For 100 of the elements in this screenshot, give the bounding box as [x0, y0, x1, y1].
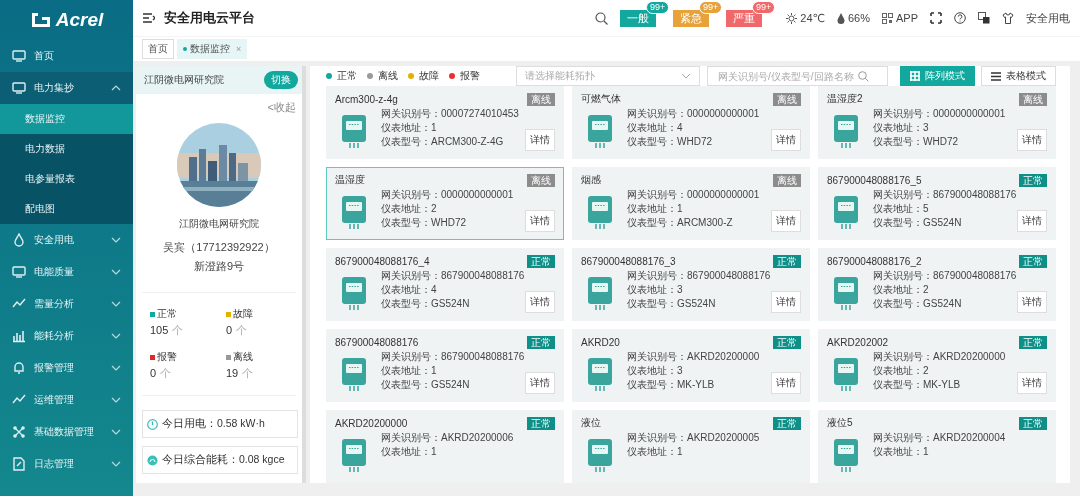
chevron-icon	[111, 397, 121, 403]
page-tab[interactable]: 首页	[142, 39, 174, 59]
detail-button[interactable]: 详情	[525, 210, 555, 232]
nav-item[interactable]: 运维管理	[0, 384, 133, 416]
submenu-item[interactable]: 配电图	[0, 194, 133, 224]
device-card[interactable]: 液位5 正常 网关识别号：AKRD20200004 仪表地址：1	[818, 410, 1056, 483]
meter-icon	[341, 196, 367, 230]
qr-icon	[882, 12, 893, 24]
fullscreen-icon[interactable]	[930, 12, 942, 24]
legend-label: 报警	[460, 69, 480, 83]
site-title: 江阴微电网研究院	[178, 217, 260, 231]
status-tag: 正常	[773, 254, 801, 268]
help-icon[interactable]	[954, 12, 966, 24]
stat-value: 105	[150, 324, 169, 336]
device-card[interactable]: 温湿度 离线 网关识别号：0000000000001 仪表地址：2 仪表型号：WHD72 详情	[326, 167, 564, 240]
info-text: 网关识别号：AKRD20200000	[627, 350, 761, 364]
status-tag: 离线	[773, 173, 801, 187]
detail-button[interactable]: 详情	[1017, 129, 1047, 151]
network-icon	[12, 425, 26, 439]
detail-button[interactable]: 详情	[1017, 372, 1047, 394]
nav-item[interactable]: 安全用电	[0, 224, 133, 256]
info-text: 网关识别号：867900048088176	[873, 188, 1017, 202]
info-text: 仪表型号：GS524N	[873, 297, 963, 311]
device-card[interactable]: 867900048088176_5 正常 网关识别号：867900048088176 仪表地址：5 仪表型号：GS524N 详情	[818, 167, 1056, 240]
device-name: 液位	[581, 416, 601, 430]
info-text: 网关识别号：0000000000001	[627, 188, 761, 202]
info-text: 仪表地址：3	[873, 121, 930, 135]
nav-item[interactable]: 首页	[0, 40, 133, 72]
gauge-icon	[147, 454, 158, 466]
submenu-item[interactable]: 电力数据	[0, 134, 133, 164]
nav-label: 首页	[34, 49, 54, 63]
shirt-icon[interactable]	[1002, 12, 1014, 24]
count-badge: 99+	[752, 0, 776, 14]
device-card[interactable]: 可燃气体 离线 网关识别号：0000000000001 仪表地址：4 仪表型号：WHD72 详情	[572, 86, 810, 159]
info-text: 网关识别号：867900048088176	[873, 269, 1017, 283]
device-card[interactable]: 烟感 离线 网关识别号：0000000000001 仪表地址：1 仪表型号：ARCM300-Z 详情	[572, 167, 810, 240]
info-text: 仪表地址：1	[381, 364, 438, 378]
monitor-icon	[12, 81, 26, 95]
meter-icon	[341, 439, 367, 473]
device-card[interactable]: 867900048088176 正常 网关识别号：867900048088176 仪表地址：1 仪表型号：GS524N 详情	[326, 329, 564, 402]
unit-text: 个	[172, 324, 184, 336]
detail-button[interactable]: 详情	[771, 210, 801, 232]
nav-item[interactable]: 需量分析	[0, 288, 133, 320]
search-field[interactable]: 网关识别号/仪表型号/回路名称	[707, 66, 888, 86]
device-card[interactable]: 液位 正常 网关识别号：AKRD20200005 仪表地址：1	[572, 410, 810, 483]
detail-button[interactable]: 详情	[525, 372, 555, 394]
nav-item[interactable]: 基础数据管理	[0, 416, 133, 448]
device-card[interactable]: AKRD202002 正常 网关识别号：AKRD20200000 仪表地址：2 仪表型号：MK-YLB 详情	[818, 329, 1056, 402]
status-tag: 正常	[1019, 254, 1047, 268]
device-card[interactable]: AKRD20200000 正常 网关识别号：AKRD20200006 仪表地址：1	[326, 410, 564, 483]
energy-text: 今日综合能耗：0.08 kgce	[162, 453, 285, 467]
stat-value: 19	[226, 367, 239, 379]
nav-item[interactable]: 能耗分析	[0, 320, 133, 352]
nav-item[interactable]: 日志管理	[0, 448, 133, 480]
collapse-link[interactable]: <收起	[136, 94, 302, 115]
info-text: 仪表地址：2	[873, 364, 930, 378]
device-card[interactable]: 867900048088176_2 正常 网关识别号：867900048088176 仪表地址：2 仪表型号：GS524N 详情	[818, 248, 1056, 321]
detail-button[interactable]: 详情	[525, 129, 555, 151]
info-text: 仪表地址：2	[381, 202, 438, 216]
user-name[interactable]: 安全用电	[1026, 10, 1070, 26]
nav-item[interactable]: 报警管理	[0, 352, 133, 384]
info-text: 仪表地址：1	[381, 121, 438, 135]
view-mode-button[interactable]: 表格模式	[981, 66, 1056, 86]
status-tag: 正常	[773, 416, 801, 430]
submenu-item[interactable]: 电参量报表	[0, 164, 133, 194]
device-card[interactable]: AKRD20 正常 网关识别号：AKRD20200000 仪表地址：3 仪表型号：MK-YLB 详情	[572, 329, 810, 402]
bell-icon	[12, 361, 26, 375]
device-card[interactable]: 温湿度2 离线 网关识别号：0000000000001 仪表地址：3 仪表型号：WHD72 详情	[818, 86, 1056, 159]
meter-icon	[587, 277, 613, 311]
logo-icon	[29, 11, 52, 29]
detail-button[interactable]: 详情	[771, 372, 801, 394]
translate-icon[interactable]	[978, 12, 990, 24]
device-card[interactable]: Arcm300-z-4g 离线 网关识别号：00007274010453 仪表地址：1 仪表型号：ARCM300-Z-4G 详情	[326, 86, 564, 159]
device-name: 867900048088176_3	[581, 255, 676, 267]
monitor-icon	[12, 49, 26, 63]
detail-button[interactable]: 详情	[771, 291, 801, 313]
note-icon	[12, 457, 26, 471]
info-text: 网关识别号：0000000000001	[627, 107, 761, 121]
info-text: 网关识别号：0000000000001	[381, 188, 515, 202]
info-text: 仪表型号：ARCM300-Z	[627, 216, 734, 230]
app-link[interactable]: APP	[882, 12, 918, 24]
bar-chart-icon	[12, 329, 26, 343]
device-name: 867900048088176	[335, 336, 419, 348]
nav-item[interactable]: 电能质量	[0, 256, 133, 288]
page-tab[interactable]: 数据监控 ×	[177, 39, 248, 59]
nav-label: 基础数据管理	[34, 425, 94, 439]
stat-label: 故障	[233, 307, 253, 321]
nav-label: 运维管理	[34, 393, 74, 407]
device-card[interactable]: 867900048088176_4 正常 网关识别号：867900048088176 仪表地址：4 仪表型号：GS524N 详情	[326, 248, 564, 321]
info-text: 网关识别号：867900048088176	[381, 350, 525, 364]
device-card[interactable]: 867900048088176_3 正常 网关识别号：867900048088176 仪表地址：3 仪表型号：GS524N 详情	[572, 248, 810, 321]
detail-button[interactable]: 详情	[1017, 291, 1047, 313]
power-icon	[147, 418, 158, 430]
device-name: AKRD202002	[827, 336, 889, 348]
unit-text: 个	[236, 324, 248, 336]
detail-button[interactable]: 详情	[771, 129, 801, 151]
detail-button[interactable]: 详情	[1017, 210, 1047, 232]
chevron-icon	[111, 85, 121, 91]
detail-button[interactable]: 详情	[525, 291, 555, 313]
nav-item[interactable]: 电力集抄	[0, 72, 133, 104]
